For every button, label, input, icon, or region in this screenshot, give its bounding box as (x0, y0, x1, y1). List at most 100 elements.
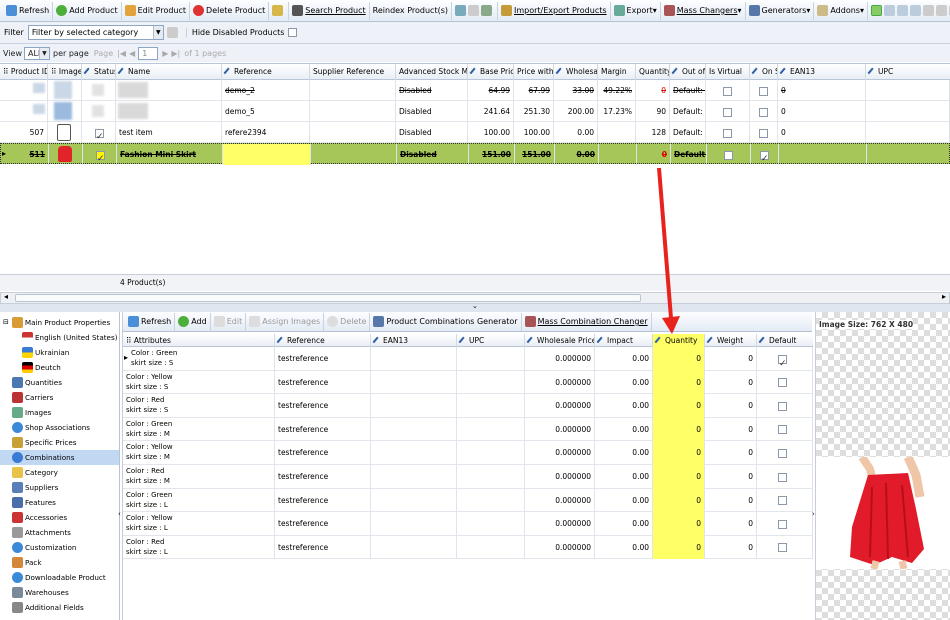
table-row[interactable]: 507 test item refere2394 Disabled 100.00… (0, 122, 950, 143)
empty-cell[interactable] (371, 394, 457, 418)
cell-qty[interactable]: 0 (653, 370, 705, 395)
table-row-selected[interactable]: 511 Fashion Mini Skirt Disabled 151.00 1… (0, 143, 950, 165)
cell-impact[interactable]: 0.00 (595, 535, 653, 560)
hide-disabled-checkbox[interactable] (288, 28, 298, 37)
cell-impact[interactable]: 0.00 (595, 465, 653, 489)
on-sale-checkbox[interactable] (759, 86, 768, 96)
col-wholesale-price[interactable]: Wholesale Price (525, 334, 595, 347)
default-cell[interactable] (757, 370, 813, 395)
combos-add-button[interactable]: Add (175, 312, 211, 331)
combos-refresh-button[interactable]: Refresh (125, 312, 176, 331)
col-price-with-tax[interactable]: Price with Ta (514, 64, 554, 80)
cell-weight[interactable]: 0 (705, 347, 757, 371)
empty-cell[interactable] (457, 394, 525, 418)
cell-qty[interactable]: 0 (653, 441, 705, 465)
is-virtual-checkbox[interactable] (723, 107, 732, 117)
col-attributes[interactable]: ⠿ Attributes (123, 334, 275, 347)
on-sale-checkbox[interactable] (759, 128, 768, 138)
panel-item-combinations[interactable]: Combinations (0, 450, 119, 465)
addons-button[interactable]: Addons ▾ (814, 1, 868, 20)
default-checkbox[interactable] (778, 543, 787, 553)
empty-cell[interactable] (371, 512, 457, 536)
refresh-button[interactable]: Refresh (3, 1, 54, 20)
col-image[interactable]: ⠿ Image (48, 64, 82, 80)
cell-ref[interactable]: testreference (275, 535, 371, 560)
cell-weight[interactable]: 0 (705, 417, 757, 442)
cell-wholesale[interactable]: 0.000000 (525, 535, 595, 560)
col-status[interactable]: Status (82, 64, 116, 80)
cell-weight[interactable]: 0 (705, 465, 757, 489)
default-checkbox[interactable] (778, 425, 787, 435)
assign-images-button[interactable]: Assign Images (246, 312, 325, 331)
panel-item-suppliers[interactable]: Suppliers (0, 480, 119, 495)
status-checkbox[interactable] (92, 84, 104, 96)
col-default[interactable]: Default (757, 334, 813, 347)
combination-row[interactable]: Color : Yellow skirt size : Stestreferenc… (123, 370, 813, 395)
col-is-virtual[interactable]: Is Virtual (706, 64, 750, 80)
panel-item-accessories[interactable]: Accessories (0, 510, 119, 525)
default-checkbox[interactable] (778, 496, 787, 506)
empty-cell[interactable] (457, 465, 525, 489)
mass-combination-changer-button[interactable]: Mass Combination Changer (522, 312, 652, 331)
table-row[interactable]: demo_5 Disabled 241.64 251.30 200.00 17.… (0, 101, 950, 122)
status-checkbox[interactable] (95, 127, 104, 143)
add-product-button[interactable]: Add Product (53, 1, 122, 20)
cell-ref[interactable]: testreference (275, 394, 371, 418)
chevron-down-icon[interactable]: ⌄ (472, 302, 478, 310)
cell-impact[interactable]: 0.00 (595, 488, 653, 513)
cell-qty[interactable]: 0 (653, 347, 705, 371)
combination-row[interactable]: Color : Green skirt size : S testreference… (123, 347, 813, 371)
default-checkbox[interactable] (778, 519, 787, 529)
empty-cell[interactable] (457, 488, 525, 513)
cell-qty[interactable]: 0 (653, 417, 705, 442)
col-supplier-reference[interactable]: Supplier Reference (310, 64, 396, 80)
on-sale-checkbox[interactable] (760, 149, 769, 165)
cell-qty[interactable]: 0 (653, 535, 705, 560)
default-cell[interactable] (757, 488, 813, 513)
panel-item-customization[interactable]: Customization (0, 540, 119, 555)
default-cell[interactable] (757, 441, 813, 465)
default-checkbox[interactable] (778, 401, 787, 411)
cell-weight[interactable]: 0 (705, 512, 757, 536)
col-reference[interactable]: Reference (275, 334, 371, 347)
cell-impact[interactable]: 0.00 (595, 347, 653, 371)
empty-cell[interactable] (371, 535, 457, 560)
default-checkbox[interactable] (778, 353, 787, 371)
attributes-cell[interactable]: Color : Yellow skirt size : S (123, 370, 275, 395)
per-page-select[interactable]: ALL ▼ (23, 46, 50, 60)
panel-splitter[interactable]: ⌄ (0, 302, 950, 312)
is-virtual-checkbox[interactable] (723, 128, 732, 138)
col-advanced-stock[interactable]: Advanced Stock Manage (396, 64, 468, 80)
empty-cell[interactable] (371, 488, 457, 513)
cell-wholesale[interactable]: 0.000000 (525, 512, 595, 536)
default-cell[interactable] (757, 535, 813, 560)
cell-wholesale[interactable]: 0.000000 (525, 347, 595, 371)
combinations-generator-button[interactable]: Product Combinations Generator (370, 312, 522, 331)
combination-row[interactable]: Color : Red skirt size : Stestreference 0.… (123, 394, 813, 418)
cell-wholesale[interactable]: 0.000000 (525, 488, 595, 513)
cell-weight[interactable]: 0 (705, 394, 757, 418)
cell-impact[interactable]: 0.00 (595, 417, 653, 442)
panel-item-language-uk[interactable]: Ukrainian (0, 345, 119, 360)
cell-wholesale[interactable]: 0.000000 (525, 370, 595, 395)
cell-weight[interactable]: 0 (705, 535, 757, 560)
cell-weight[interactable]: 0 (705, 488, 757, 513)
scroll-right-icon[interactable]: ▸ (942, 292, 946, 301)
col-upc[interactable]: UPC (866, 64, 950, 80)
edit-product-button[interactable]: Edit Product (122, 1, 191, 20)
col-weight[interactable]: Weight (705, 334, 757, 347)
panel-item-language-de[interactable]: Deutch (0, 360, 119, 375)
cell-qty[interactable]: 0 (653, 394, 705, 418)
default-cell[interactable] (757, 512, 813, 536)
cell-reference[interactable]: refere2394 (222, 122, 310, 143)
cell-impact[interactable]: 0.00 (595, 441, 653, 465)
empty-cell[interactable] (371, 417, 457, 442)
empty-cell[interactable] (457, 347, 525, 371)
cell-wholesale[interactable]: 0.000000 (525, 417, 595, 442)
combination-row[interactable]: Color : Red skirt size : M testreference 0.… (123, 465, 813, 489)
col-wholesale[interactable]: Wholesale F (554, 64, 598, 80)
cell-impact[interactable]: 0.00 (595, 394, 653, 418)
col-on-sale[interactable]: On Sale (750, 64, 778, 80)
scroll-left-icon[interactable]: ◂ (4, 292, 8, 301)
combos-edit-button[interactable]: Edit (211, 312, 247, 331)
